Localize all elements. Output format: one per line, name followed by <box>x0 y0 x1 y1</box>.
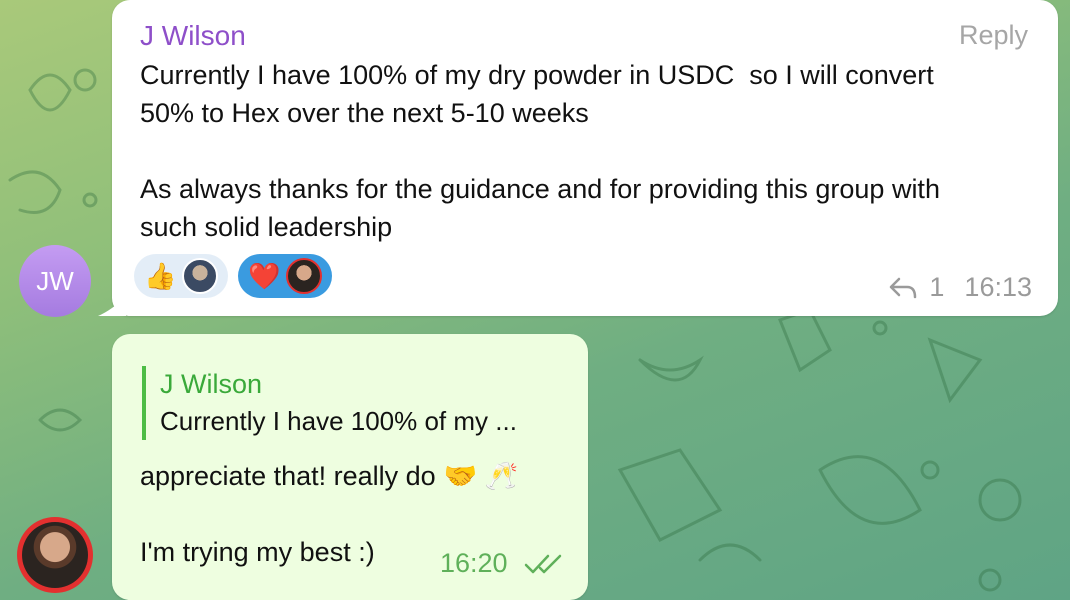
message-time: 16:20 <box>440 548 508 578</box>
reactor-avatar <box>286 258 323 294</box>
reply-arrow-icon <box>890 277 917 298</box>
avatar[interactable]: JW <box>19 245 91 317</box>
reaction-heart[interactable]: ❤️ <box>238 254 332 298</box>
avatar-initials: JW <box>36 265 74 296</box>
reply-count[interactable]: 1 <box>929 272 944 303</box>
outgoing-message-bubble[interactable]: J Wilson Currently I have 100% of my ...… <box>112 334 588 600</box>
avatar[interactable] <box>17 517 93 593</box>
message-text: Currently I have 100% of my dry powder i… <box>140 60 940 242</box>
bubble-tail <box>98 296 126 316</box>
incoming-message-bubble[interactable]: J Wilson Reply Currently I have 100% of … <box>98 0 1058 316</box>
message-meta: 16:20 <box>440 548 564 579</box>
message-meta: 1 16:13 <box>889 272 1032 303</box>
message-text: appreciate that! really do <box>140 460 436 491</box>
heart-icon: ❤️ <box>248 261 281 291</box>
quote-text: Currently I have 100% of my ... <box>160 406 517 436</box>
sender-name[interactable]: J Wilson <box>140 20 246 52</box>
double-check-icon <box>524 554 561 573</box>
quote-sender: J Wilson <box>160 369 263 399</box>
reaction-thumbs-up[interactable]: 👍 <box>134 254 228 298</box>
reply-quote[interactable]: J Wilson Currently I have 100% of my ... <box>142 366 517 440</box>
reply-button[interactable]: Reply <box>959 20 1028 51</box>
handshake-champagne-icon: 🤝 🥂 <box>443 461 519 491</box>
avatar-photo <box>22 522 88 588</box>
message-text-line: I'm trying my best :) <box>140 537 375 567</box>
reactions-row: 👍 ❤️ <box>134 254 332 298</box>
message-time: 16:13 <box>964 272 1032 302</box>
thumbs-up-icon: 👍 <box>144 261 177 291</box>
message-text-line: appreciate that! really do 🤝 🥂 <box>140 460 518 492</box>
reactor-avatar <box>182 258 219 294</box>
